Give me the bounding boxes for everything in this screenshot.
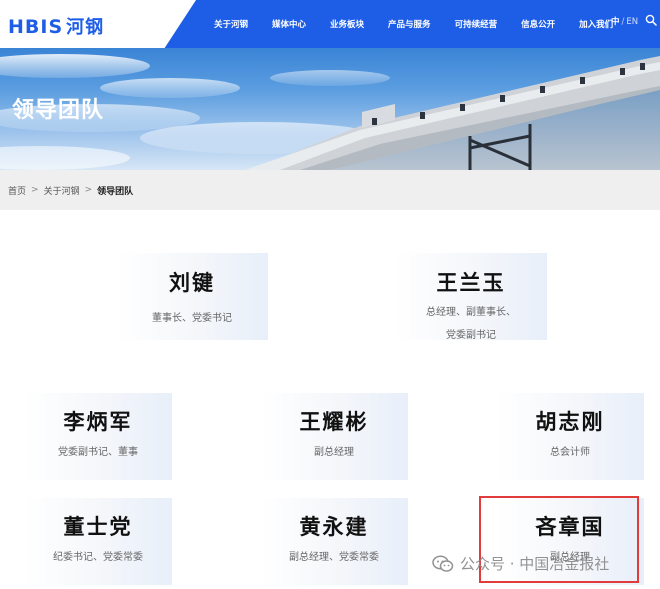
- leader-title: 董事长、党委书记: [152, 313, 232, 324]
- watermark-text: 公众号 · 中国冶金报社: [460, 555, 610, 573]
- nav-item-products[interactable]: 产品与服务: [388, 18, 431, 30]
- language-switch: 中 / EN: [611, 15, 638, 27]
- leader-card[interactable]: 王耀彬 副总经理: [260, 393, 408, 480]
- nav-item-disclosure[interactable]: 信息公开: [521, 18, 555, 30]
- leader-card[interactable]: 刘键 董事长、党委书记: [116, 253, 268, 340]
- search-icon[interactable]: [645, 14, 657, 26]
- leader-title-line2: 党委副书记: [446, 330, 496, 341]
- breadcrumb-separator: >: [31, 185, 39, 195]
- main-nav: 关于河钢 媒体中心 业务板块 产品与服务 可持续经营 信息公开 加入我们: [214, 0, 637, 48]
- logo-latin: HBIS: [8, 16, 64, 38]
- site-logo[interactable]: HBIS 河钢: [8, 13, 104, 39]
- lang-zh[interactable]: 中: [611, 17, 620, 27]
- leader-name: 胡志刚: [535, 410, 605, 434]
- lang-separator: /: [621, 17, 625, 27]
- site-header: HBIS 河钢 关于河钢 媒体中心 业务板块 产品与服务 可持续经营 信息公开 加…: [0, 0, 660, 48]
- leader-name: 李炳军: [63, 410, 133, 434]
- leader-title: 副总经理、党委常委: [289, 552, 379, 563]
- nav-item-sustainability[interactable]: 可持续经营: [455, 18, 498, 30]
- leader-name: 刘键: [169, 271, 215, 295]
- leader-name: 董士党: [63, 515, 133, 539]
- logo-cn: 河钢: [66, 17, 105, 38]
- breadcrumb-current: 领导团队: [97, 186, 134, 197]
- leader-title: 党委副书记、董事: [58, 447, 138, 458]
- lang-en[interactable]: EN: [626, 17, 638, 27]
- nav-item-join[interactable]: 加入我们: [579, 18, 613, 30]
- leader-title: 总经理、副董事长、: [426, 307, 516, 318]
- leader-card[interactable]: 胡志刚 总会计师: [496, 393, 644, 480]
- leader-card[interactable]: 李炳军 党委副书记、董事: [24, 393, 172, 480]
- leader-name: 王兰玉: [436, 271, 506, 295]
- breadcrumb-separator: >: [84, 185, 93, 195]
- page-title: 领导团队: [12, 98, 105, 123]
- leader-title: 总会计师: [550, 447, 590, 458]
- page-banner: 领导团队: [0, 48, 660, 170]
- leader-name: 黄永建: [299, 515, 369, 539]
- leader-title: 副总经理: [314, 447, 354, 458]
- nav-item-business[interactable]: 业务板块: [330, 18, 364, 30]
- wechat-icon: [432, 555, 454, 572]
- nav-item-about[interactable]: 关于河钢: [214, 18, 248, 30]
- breadcrumb-home[interactable]: 首页: [8, 184, 26, 197]
- leader-card[interactable]: 黄永建 副总经理、党委常委: [260, 498, 408, 585]
- leader-name: 王耀彬: [299, 410, 369, 434]
- leader-card[interactable]: 王兰玉 总经理、副董事长、 党委副书记: [395, 253, 547, 341]
- leader-title: 纪委书记、党委常委: [53, 552, 143, 563]
- watermark: 公众号 · 中国冶金报社: [432, 553, 609, 574]
- leader-card[interactable]: 董士党 纪委书记、党委常委: [24, 498, 172, 585]
- breadcrumb-about[interactable]: 关于河钢: [44, 184, 80, 197]
- nav-item-media[interactable]: 媒体中心: [272, 18, 306, 30]
- breadcrumb: 首页 > 关于河钢 > 领导团队: [0, 170, 660, 210]
